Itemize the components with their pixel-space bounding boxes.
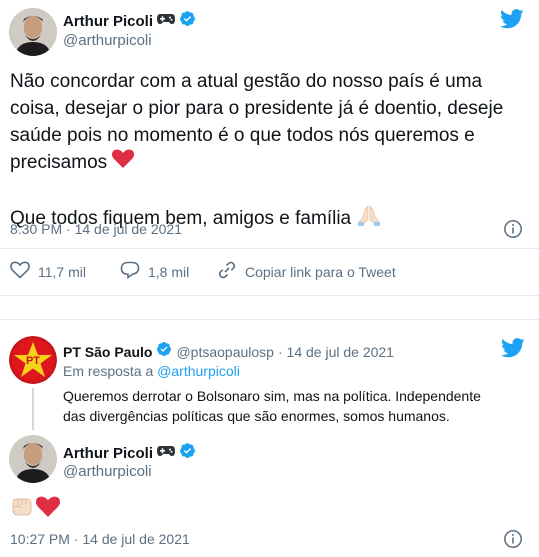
- tweet-card-main: Arthur Picoli @arthurpicoli Não concorda…: [0, 0, 539, 295]
- reply-author-row: Arthur Picoli: [63, 442, 196, 464]
- verified-badge-icon: [179, 442, 196, 464]
- reply-handle-link[interactable]: @arthurpicoli: [157, 363, 240, 379]
- reply-context: Em resposta a @arthurpicoli: [63, 363, 240, 379]
- heart-outline-icon: [10, 261, 30, 282]
- tweet-text-span: precisamos: [10, 152, 108, 174]
- tweet-text: Não concordar com a atual gestão do noss…: [10, 68, 530, 234]
- avatar[interactable]: [9, 435, 57, 483]
- handle-row: @arthurpicoli: [63, 32, 152, 49]
- reply-bubble-icon: [120, 261, 140, 282]
- tweet-text-line: precisamos: [10, 149, 530, 177]
- quoted-author-handle[interactable]: @ptsaopaulosp: [176, 344, 274, 360]
- twitter-bird-icon[interactable]: [500, 9, 524, 34]
- reply-prefix: Em resposta a: [63, 363, 158, 379]
- thread-connector-line: [32, 388, 34, 430]
- red-heart-icon: [112, 149, 135, 177]
- reply-handle-row: @arthurpicoli: [63, 463, 152, 480]
- like-button[interactable]: 11,7 mil: [10, 261, 86, 282]
- reply-author-name[interactable]: Arthur Picoli: [63, 445, 153, 462]
- link-icon: [217, 261, 237, 282]
- tweet-text-line: Não concordar com a atual gestão do noss…: [10, 71, 483, 92]
- twitter-bird-icon[interactable]: [501, 338, 525, 363]
- quoted-author-row: PT São Paulo @ptsaopaulosp · 14 de jul d…: [63, 341, 394, 362]
- reply-timestamp[interactable]: 10:27 PM · 14 de jul de 2021: [10, 531, 190, 547]
- tweet-timestamp[interactable]: 8:30 PM · 14 de jul de 2021: [10, 221, 182, 237]
- quoted-date[interactable]: · 14 de jul de 2021: [278, 344, 394, 360]
- tweet-text-line: coisa, desejar o pior para o presidente …: [10, 98, 504, 119]
- card-separator: [0, 295, 539, 320]
- quoted-author-name[interactable]: PT São Paulo: [63, 344, 152, 360]
- info-icon[interactable]: [503, 219, 523, 239]
- verified-badge-icon: [179, 10, 196, 32]
- quoted-text-line: das divergências políticas que são enorm…: [63, 408, 450, 424]
- reply-button[interactable]: 1,8 mil: [120, 261, 189, 282]
- svg-text:PT: PT: [26, 355, 40, 367]
- tweet-text-line: saúde pois no momento é o que todos nós …: [10, 125, 475, 146]
- quoted-text-line: Queremos derrotar o Bolsonaro sim, mas n…: [63, 388, 481, 404]
- reply-emojis: [10, 496, 60, 523]
- fist-icon: [10, 496, 34, 523]
- tweet-card-thread: PT PT São Paulo @ptsaopaulosp · 14 de ju…: [0, 320, 539, 557]
- like-count: 11,7 mil: [38, 263, 86, 280]
- verified-badge-icon: [156, 341, 172, 362]
- red-heart-icon: [36, 496, 60, 523]
- author-handle[interactable]: @arthurpicoli: [63, 32, 152, 49]
- info-icon[interactable]: [503, 529, 523, 549]
- reply-count: 1,8 mil: [148, 263, 190, 280]
- folded-hands-icon: [356, 204, 382, 234]
- quoted-tweet-text: Queremos derrotar o Bolsonaro sim, mas n…: [63, 386, 533, 426]
- divider: [0, 248, 539, 249]
- avatar[interactable]: [9, 8, 57, 56]
- gamepad-icon: [157, 12, 176, 30]
- avatar[interactable]: PT: [9, 336, 57, 384]
- copy-link-label: Copiar link para o Tweet: [245, 263, 396, 280]
- gamepad-icon: [157, 444, 176, 462]
- reply-author-handle[interactable]: @arthurpicoli: [63, 463, 152, 480]
- author-name[interactable]: Arthur Picoli: [63, 13, 153, 30]
- copy-link-button[interactable]: Copiar link para o Tweet: [217, 261, 396, 282]
- author-row: Arthur Picoli: [63, 10, 196, 32]
